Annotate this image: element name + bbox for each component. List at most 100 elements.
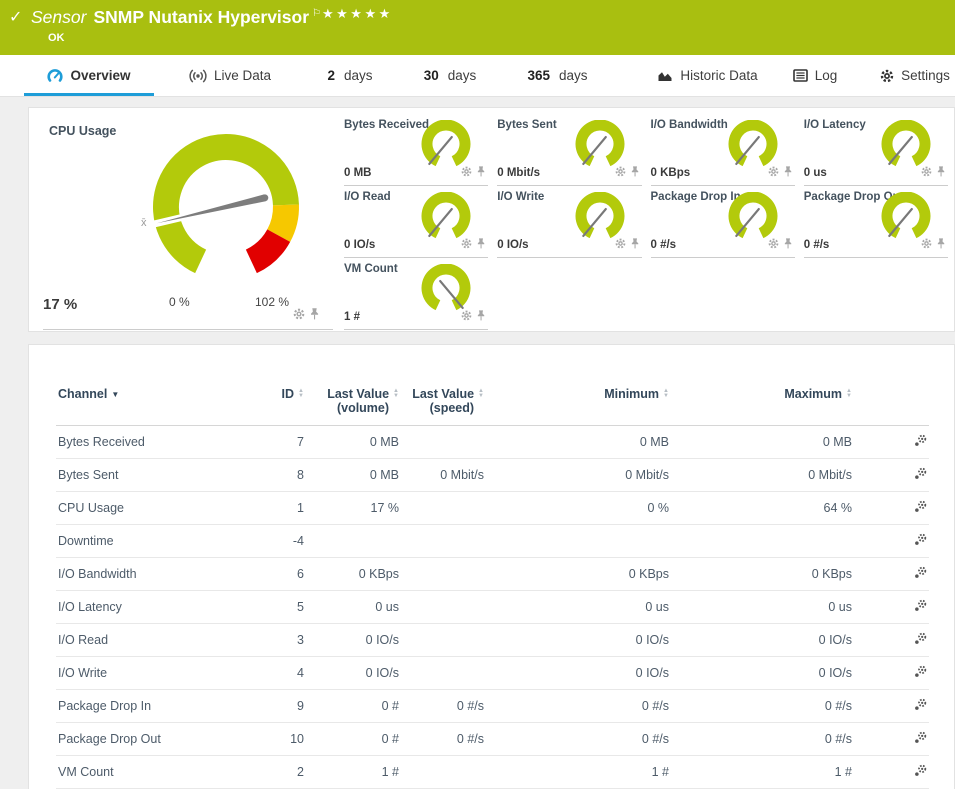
gear-icon[interactable] xyxy=(921,164,932,182)
edit-channel-icon[interactable] xyxy=(914,500,927,513)
tab-log[interactable]: Log xyxy=(785,55,845,96)
gauge-panel-io-latency: I/O Latency 0 us xyxy=(804,114,948,186)
tab-2-days[interactable]: 2 days xyxy=(315,55,385,96)
column-header-maximum[interactable]: Maximum xyxy=(671,345,854,426)
table-row[interactable]: Package Drop Out 10 0 # 0 #/s 0 #/s 0 #/… xyxy=(56,723,929,756)
tab-historic-data[interactable]: Historic Data xyxy=(650,55,765,96)
edit-channel-icon[interactable] xyxy=(914,665,927,678)
gear-icon[interactable] xyxy=(461,164,472,182)
edit-channel-icon[interactable] xyxy=(914,467,927,480)
table-row[interactable]: Bytes Sent 8 0 MB 0 Mbit/s 0 Mbit/s 0 Mb… xyxy=(56,459,929,492)
edit-channel-icon[interactable] xyxy=(914,599,927,612)
tab-live-data[interactable]: Live Data xyxy=(180,55,280,96)
overview-panel: CPU Usage x̄ 17 % 0 % 102 % Bytes Receiv… xyxy=(28,107,955,332)
gauge-title: I/O Write xyxy=(497,191,544,203)
channel-id: 5 xyxy=(241,591,306,624)
pin-icon[interactable] xyxy=(936,236,946,254)
column-header-last-value-volume[interactable]: Last Value (volume) xyxy=(306,345,401,426)
pin-icon[interactable] xyxy=(630,236,640,254)
channel-name: I/O Write xyxy=(56,657,241,690)
gauge-panel-vm-count: VM Count 1 # xyxy=(344,258,488,330)
tab-30-days[interactable]: 30 days xyxy=(410,55,490,96)
edit-channel-icon[interactable] xyxy=(914,698,927,711)
last-value-volume: 0 IO/s xyxy=(306,624,401,657)
table-row[interactable]: I/O Read 3 0 IO/s 0 IO/s 0 IO/s xyxy=(56,624,929,657)
pin-icon[interactable] xyxy=(476,308,486,326)
minimum-value: 0 IO/s xyxy=(486,657,671,690)
table-row[interactable]: Bytes Received 7 0 MB 0 MB 0 MB xyxy=(56,426,929,459)
empty-cell xyxy=(497,258,641,330)
last-value-volume: 0 KBps xyxy=(306,558,401,591)
minimum-value: 0 KBps xyxy=(486,558,671,591)
table-row[interactable]: I/O Bandwidth 6 0 KBps 0 KBps 0 KBps xyxy=(56,558,929,591)
gauge-panel-io-write: I/O Write 0 IO/s xyxy=(497,186,641,258)
table-row[interactable]: I/O Latency 5 0 us 0 us 0 us xyxy=(56,591,929,624)
tab-label: Overview xyxy=(70,68,130,83)
gear-icon[interactable] xyxy=(921,236,932,254)
gear-icon[interactable] xyxy=(461,308,472,326)
table-row[interactable]: Downtime -4 xyxy=(56,525,929,558)
column-header-last-value-speed[interactable]: Last Value (speed) xyxy=(401,345,486,426)
minimum-value: 0 IO/s xyxy=(486,624,671,657)
edit-channel-icon[interactable] xyxy=(914,434,927,447)
pin-icon[interactable] xyxy=(783,164,793,182)
pin-icon[interactable] xyxy=(476,236,486,254)
edit-channel-icon[interactable] xyxy=(914,632,927,645)
minimum-value: 0 us xyxy=(486,591,671,624)
tab-overview[interactable]: Overview xyxy=(24,55,154,96)
last-value-speed xyxy=(401,525,486,558)
gear-icon[interactable] xyxy=(615,236,626,254)
column-header-channel[interactable]: Channel xyxy=(56,345,241,426)
flag-icon[interactable]: ⚐ xyxy=(312,8,321,19)
table-row[interactable]: CPU Usage 1 17 % 0 % 64 % xyxy=(56,492,929,525)
minimum-value xyxy=(486,525,671,558)
gauge-panel-io-bandwidth: I/O Bandwidth 0 KBps xyxy=(651,114,795,186)
maximum-value xyxy=(671,525,854,558)
last-value-volume: 0 MB xyxy=(306,426,401,459)
column-header-edit xyxy=(854,345,929,426)
edit-channel-icon[interactable] xyxy=(914,533,927,546)
sort-icon[interactable] xyxy=(478,387,484,399)
channel-name: I/O Bandwidth xyxy=(56,558,241,591)
gauge-title: I/O Read xyxy=(344,191,391,203)
sort-icon[interactable] xyxy=(298,387,304,399)
table-row[interactable]: Package Drop In 9 0 # 0 #/s 0 #/s 0 #/s xyxy=(56,690,929,723)
sort-icon[interactable] xyxy=(393,387,399,399)
gear-icon[interactable] xyxy=(768,164,779,182)
last-value-volume: 0 us xyxy=(306,591,401,624)
gear-icon[interactable] xyxy=(461,236,472,254)
last-value-speed xyxy=(401,657,486,690)
maximum-value: 0 us xyxy=(671,591,854,624)
table-row[interactable]: VM Count 2 1 # 1 # 1 # xyxy=(56,756,929,789)
gear-icon[interactable] xyxy=(768,236,779,254)
gauge-value: 0 Mbit/s xyxy=(497,167,540,179)
column-header-id[interactable]: ID xyxy=(241,345,306,426)
column-header-minimum[interactable]: Minimum xyxy=(486,345,671,426)
edit-channel-icon[interactable] xyxy=(914,764,927,777)
last-value-volume: 0 MB xyxy=(306,459,401,492)
broadcast-icon xyxy=(189,69,207,83)
edit-channel-icon[interactable] xyxy=(914,566,927,579)
sensor-header: ✓ SensorSNMP Nutanix Hypervisor⚐ ★★★★★ O… xyxy=(0,0,955,55)
gear-icon[interactable] xyxy=(615,164,626,182)
tab-bar: Overview Live Data 2 days 30 days 365 da… xyxy=(0,55,955,97)
sort-icon[interactable] xyxy=(846,387,852,399)
tab-label: Settings xyxy=(901,68,950,83)
minimum-value: 0 MB xyxy=(486,426,671,459)
sort-icon[interactable] xyxy=(663,387,669,399)
maximum-value: 0 MB xyxy=(671,426,854,459)
pin-icon[interactable] xyxy=(783,236,793,254)
tab-settings[interactable]: Settings xyxy=(875,55,955,96)
priority-stars[interactable]: ★★★★★ xyxy=(322,6,393,22)
pin-icon[interactable] xyxy=(476,164,486,182)
tab-365-days[interactable]: 365 days xyxy=(515,55,600,96)
edit-channel-icon[interactable] xyxy=(914,731,927,744)
status-badge: OK xyxy=(48,32,65,44)
pin-icon[interactable] xyxy=(936,164,946,182)
gear-icon[interactable] xyxy=(293,307,305,325)
pin-icon[interactable] xyxy=(309,307,320,325)
table-row[interactable]: I/O Write 4 0 IO/s 0 IO/s 0 IO/s xyxy=(56,657,929,690)
pin-icon[interactable] xyxy=(630,164,640,182)
channel-id: 2 xyxy=(241,756,306,789)
last-value-volume: 0 IO/s xyxy=(306,657,401,690)
